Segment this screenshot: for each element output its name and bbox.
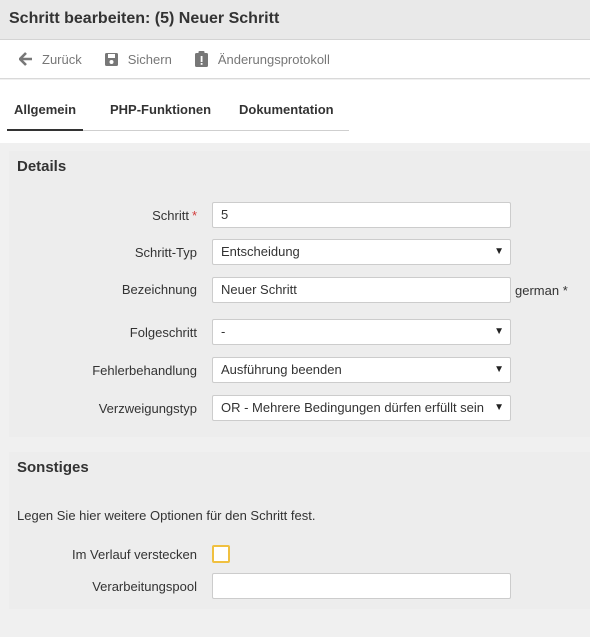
back-label: Zurück (42, 51, 82, 67)
error-handling-label: Fehlerbehandlung (92, 363, 197, 378)
required-mark: * (191, 208, 197, 223)
save-button[interactable]: Sichern (104, 51, 172, 67)
caret-down-icon: ▼ (494, 402, 504, 413)
hide-in-history-label: Im Verlauf verstecken (72, 547, 197, 562)
details-panel: Details Schritt * 5 Schritt-Typ Entscheid… (9, 151, 590, 437)
name-input[interactable]: Neuer Schritt (212, 277, 511, 303)
branch-type-value: OR - Mehrere Bedingungen dürfen erfüllt … (221, 400, 485, 415)
next-step-value: - (221, 324, 226, 339)
tab-general[interactable]: Allgemein (7, 96, 83, 131)
error-handling-value: Ausführung beenden (221, 362, 342, 377)
step-type-label: Schritt-Typ (134, 245, 197, 260)
tab-php-functions[interactable]: PHP-Funktionen (110, 96, 211, 131)
caret-down-icon: ▼ (494, 246, 504, 257)
processing-pool-label: Verarbeitungspool (92, 579, 197, 594)
other-panel: Sonstiges Legen Sie hier weitere Optione… (9, 452, 590, 609)
other-description: Legen Sie hier weitere Optionen für den … (17, 508, 316, 523)
changelog-button[interactable]: Änderungsprotokoll (194, 51, 330, 67)
error-handling-select[interactable]: Ausführung beenden ▼ (212, 357, 511, 383)
next-step-select[interactable]: - ▼ (212, 319, 511, 345)
tab-bar: Allgemein PHP-Funktionen Dokumentation (7, 96, 349, 131)
step-input[interactable]: 5 (212, 202, 511, 228)
step-label-text: Schritt (152, 208, 189, 223)
other-heading: Sonstiges (17, 459, 89, 476)
language-suffix: german * (515, 283, 568, 298)
branch-type-label: Verzweigungstyp (98, 401, 197, 416)
save-label: Sichern (127, 51, 172, 67)
step-label: Schritt * (9, 208, 197, 223)
clipboard-alert-icon (194, 51, 210, 67)
step-type-value: Entscheidung (221, 244, 300, 259)
processing-pool-input[interactable] (212, 573, 511, 599)
back-button[interactable]: Zurück (18, 51, 82, 67)
title-bar: Schritt bearbeiten: (5) Neuer Schritt (0, 0, 590, 40)
name-label: Bezeichnung (121, 282, 197, 297)
caret-down-icon: ▼ (494, 364, 504, 375)
tabs-area: Allgemein PHP-Funktionen Dokumentation (0, 80, 590, 143)
step-type-select[interactable]: Entscheidung ▼ (212, 239, 511, 265)
branch-type-select[interactable]: OR - Mehrere Bedingungen dürfen erfüllt … (212, 395, 511, 421)
toolbar: Zurück Sichern Änderungsprotokoll (0, 40, 590, 79)
details-heading: Details (17, 158, 67, 175)
page-title: Schritt bearbeiten: (5) Neuer Schritt (9, 10, 280, 27)
floppy-disk-icon (104, 51, 120, 67)
changelog-label: Änderungsprotokoll (217, 51, 330, 67)
caret-down-icon: ▼ (494, 326, 504, 337)
next-step-label: Folgeschritt (129, 325, 197, 340)
hide-in-history-checkbox[interactable] (212, 545, 230, 563)
tab-documentation[interactable]: Dokumentation (239, 96, 334, 131)
arrow-left-icon (18, 51, 34, 67)
